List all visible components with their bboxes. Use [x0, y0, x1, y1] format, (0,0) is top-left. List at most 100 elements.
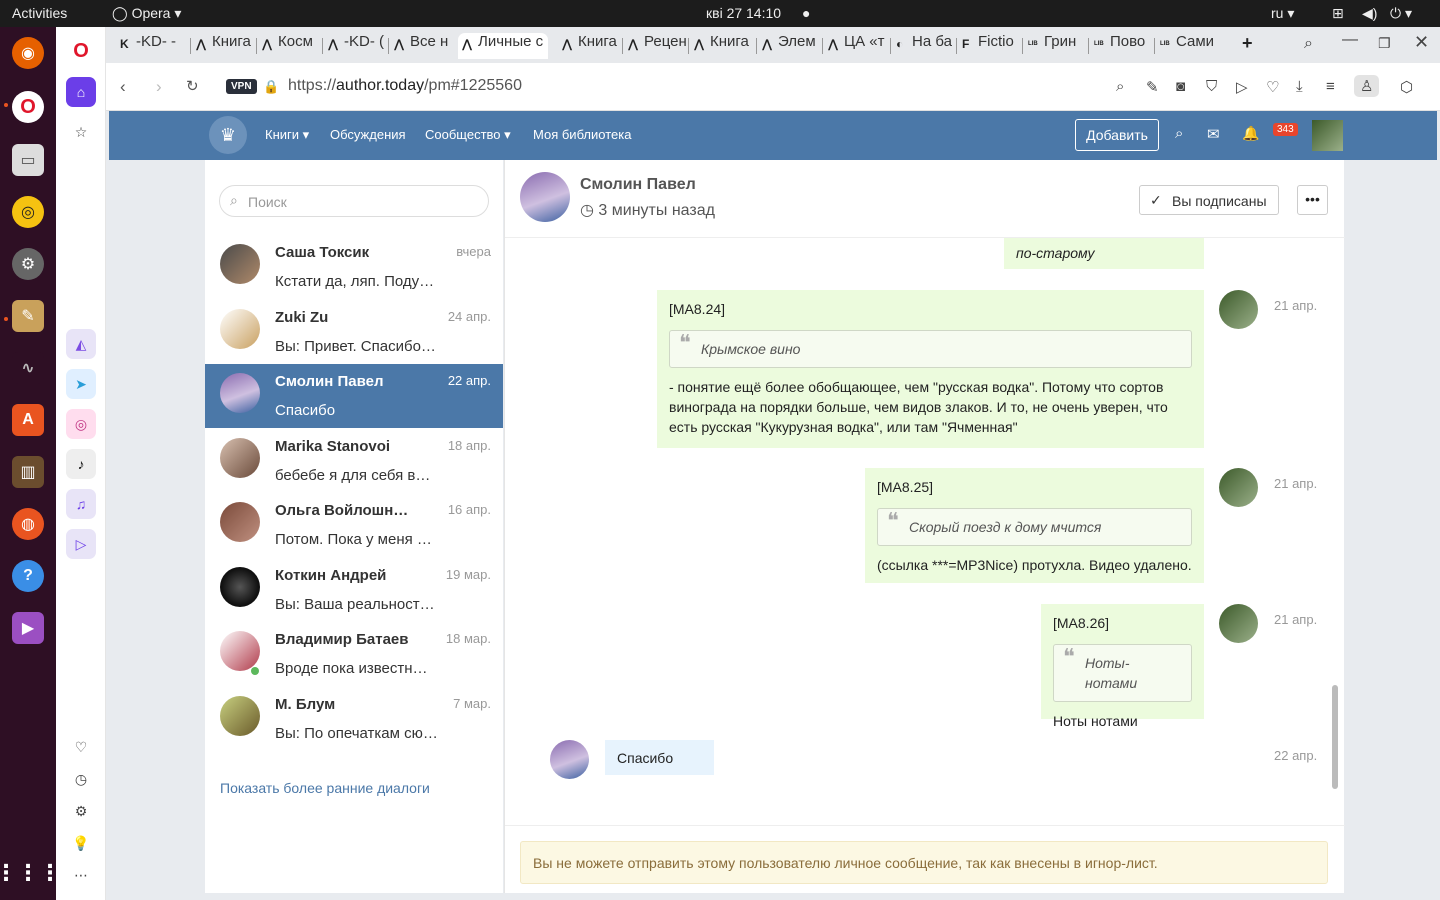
tips-icon[interactable]: 💡 — [66, 828, 96, 858]
tiktok-icon[interactable]: ♪ — [66, 449, 96, 479]
speed-dial-icon[interactable]: ☆ — [66, 117, 96, 147]
document-viewer-icon[interactable]: ✎ — [12, 300, 44, 332]
browser-tab[interactable]: ◐ На ба — [892, 33, 954, 59]
activities-button[interactable]: Activities — [12, 5, 67, 21]
power-icon[interactable]: ⏻ ▾ — [1390, 5, 1412, 22]
sender-avatar[interactable] — [1219, 468, 1258, 507]
dialog-item[interactable]: Zuki Zu 24 апр. Вы: Привет. Спасибо… — [205, 300, 503, 364]
dialog-item[interactable]: Смолин Павел 22 апр. Спасибо — [205, 364, 503, 428]
restore-icon[interactable]: ❐ — [1378, 35, 1391, 52]
music-player-icon[interactable]: ♫ — [66, 489, 96, 519]
video-icon[interactable]: ▶ — [12, 612, 44, 644]
search-icon[interactable]: ⌕ — [1175, 125, 1183, 142]
browser-tab[interactable]: LIB Грин — [1024, 33, 1086, 59]
more-button[interactable]: ••• — [1297, 185, 1328, 215]
aria-icon[interactable]: ◭ — [66, 329, 96, 359]
dialog-item[interactable]: М. Блум 7 мар. Вы: По опечаткам сю… — [205, 687, 503, 751]
settings-gear-icon[interactable]: ⚙ — [66, 796, 96, 826]
dialog-item[interactable]: Саша Токсик вчера Кстати да, ляп. Поду… — [205, 235, 503, 299]
nav-discussions[interactable]: Обсуждения — [330, 127, 406, 142]
dialog-search-input[interactable]: ⌕ Поиск — [219, 185, 489, 217]
show-earlier-link[interactable]: Показать более ранние диалоги — [220, 780, 430, 796]
nav-books[interactable]: Книги ▾ — [265, 127, 309, 143]
app-menu[interactable]: ◯ Opera ▾ — [112, 5, 181, 22]
new-tab-icon[interactable]: + — [1242, 33, 1253, 54]
browser-tab[interactable]: LIB Сами — [1156, 33, 1218, 59]
nav-library[interactable]: Моя библиотека — [533, 127, 631, 142]
forward-icon[interactable]: › — [156, 77, 162, 97]
telegram-icon[interactable]: ➤ — [66, 369, 96, 399]
browser-tab[interactable]: ⋀ Косм — [258, 33, 320, 59]
snapshot-icon[interactable]: ◙ — [1176, 78, 1185, 95]
dialog-item[interactable]: Коткин Андрей 19 мар. Вы: Ваша реальност… — [205, 558, 503, 622]
edit-icon[interactable]: ✎ — [1146, 78, 1159, 96]
browser-tab[interactable]: ⋀ Элем — [758, 33, 820, 59]
browser-tab[interactable]: ⋀ Книга — [558, 33, 620, 59]
library-icon[interactable]: ▥ — [12, 456, 44, 488]
vpn-badge[interactable]: VPN — [226, 79, 257, 94]
volume-icon[interactable]: ◀) — [1362, 5, 1377, 22]
minimize-icon[interactable]: — — [1342, 31, 1358, 49]
opera-logo-icon[interactable]: O — [66, 36, 96, 66]
extensions-icon[interactable]: ⬡ — [1400, 78, 1413, 96]
mail-icon[interactable]: ✉ — [1207, 125, 1220, 143]
reload-icon[interactable]: ↻ — [186, 77, 199, 95]
system-clock[interactable]: кві 27 14:10 — [706, 5, 781, 21]
browser-tab[interactable]: ⋀ ЦА «т — [824, 33, 886, 59]
instagram-icon[interactable]: ◎ — [66, 409, 96, 439]
find-icon[interactable]: ⌕ — [1116, 78, 1124, 95]
network-icon[interactable]: ⊞ — [1332, 5, 1344, 22]
browser-tab[interactable]: ⋀ Книга — [690, 33, 752, 59]
site-logo[interactable]: ♛ — [209, 116, 247, 154]
browser-tab[interactable]: K -KD- - — [116, 33, 188, 59]
adblock-icon[interactable]: ⛉ — [1206, 78, 1217, 95]
url-field[interactable]: https://author.today/pm#1225560 — [288, 77, 522, 95]
bell-icon[interactable]: 🔔 — [1242, 125, 1259, 142]
user-avatar[interactable] — [1312, 120, 1343, 151]
subscribed-button[interactable]: ✓ Вы подписаны — [1139, 185, 1279, 215]
settings-icon[interactable]: ⚙ — [12, 248, 44, 280]
bookmark-heart-icon[interactable]: ♡ — [1266, 78, 1279, 96]
language-indicator[interactable]: ru ▾ — [1271, 5, 1294, 22]
downloads-icon[interactable]: ⤓ — [1296, 78, 1303, 95]
sender-avatar[interactable] — [1219, 290, 1258, 329]
ubuntu-icon[interactable]: ◍ — [12, 508, 44, 540]
favorites-icon[interactable]: ♡ — [66, 732, 96, 762]
easy-setup-icon[interactable]: ≡ — [1326, 78, 1335, 95]
browser-tab[interactable]: ⋀ -KD- ( — [324, 33, 386, 59]
history-icon[interactable]: ◷ — [66, 764, 96, 794]
contact-avatar[interactable] — [520, 172, 570, 222]
browser-tab[interactable]: F Fictio — [958, 33, 1020, 59]
opera-icon[interactable]: O — [12, 91, 44, 123]
system-monitor-icon[interactable]: ∿ — [12, 352, 44, 384]
browser-tab[interactable]: ⋀ Все н — [390, 33, 452, 59]
sender-avatar[interactable] — [1219, 604, 1258, 643]
player-icon[interactable]: ▷ — [66, 529, 96, 559]
rhythmbox-icon[interactable]: ◎ — [12, 196, 44, 228]
add-button[interactable]: Добавить — [1075, 119, 1159, 151]
software-center-icon[interactable]: A — [12, 404, 44, 436]
back-icon[interactable]: ‹ — [120, 77, 126, 97]
browser-tab[interactable]: ⋀ Рецен — [624, 33, 686, 59]
dialog-item[interactable]: Ольга Войлошн… 16 апр. Потом. Пока у меня … — [205, 493, 503, 557]
browser-tab[interactable]: LIB Пово — [1090, 33, 1152, 59]
contact-name[interactable]: Смолин Павел — [580, 176, 696, 194]
show-apps-icon[interactable]: ⋮⋮⋮ — [0, 857, 61, 889]
profile-icon[interactable]: ♙ — [1354, 75, 1380, 97]
home-icon[interactable]: ⌂ — [66, 77, 96, 107]
help-icon[interactable]: ? — [12, 560, 44, 592]
browser-tab[interactable]: ⋀ Личные с — [458, 33, 548, 59]
close-window-icon[interactable]: ✕ — [1414, 32, 1429, 53]
nav-community[interactable]: Сообщество ▾ — [425, 127, 511, 143]
dialog-item[interactable]: Marika Stanovoi 18 апр. бебебе я для себя … — [205, 429, 503, 493]
files-icon[interactable]: ▭ — [12, 144, 44, 176]
more-options-icon[interactable]: ⋯ — [66, 860, 96, 890]
chat-scrollbar[interactable] — [1332, 685, 1338, 789]
contact-message-avatar[interactable] — [550, 740, 589, 779]
send-icon[interactable]: ▷ — [1236, 78, 1248, 96]
firefox-icon[interactable]: ◉ — [12, 37, 44, 69]
dialog-item[interactable]: Владимир Батаев 18 мар. Вроде пока известн… — [205, 622, 503, 686]
tab-search-icon[interactable]: ⌕ — [1304, 35, 1313, 53]
browser-tab[interactable]: ⋀ Книга — [192, 33, 254, 59]
lock-icon[interactable]: 🔒 — [263, 79, 279, 95]
